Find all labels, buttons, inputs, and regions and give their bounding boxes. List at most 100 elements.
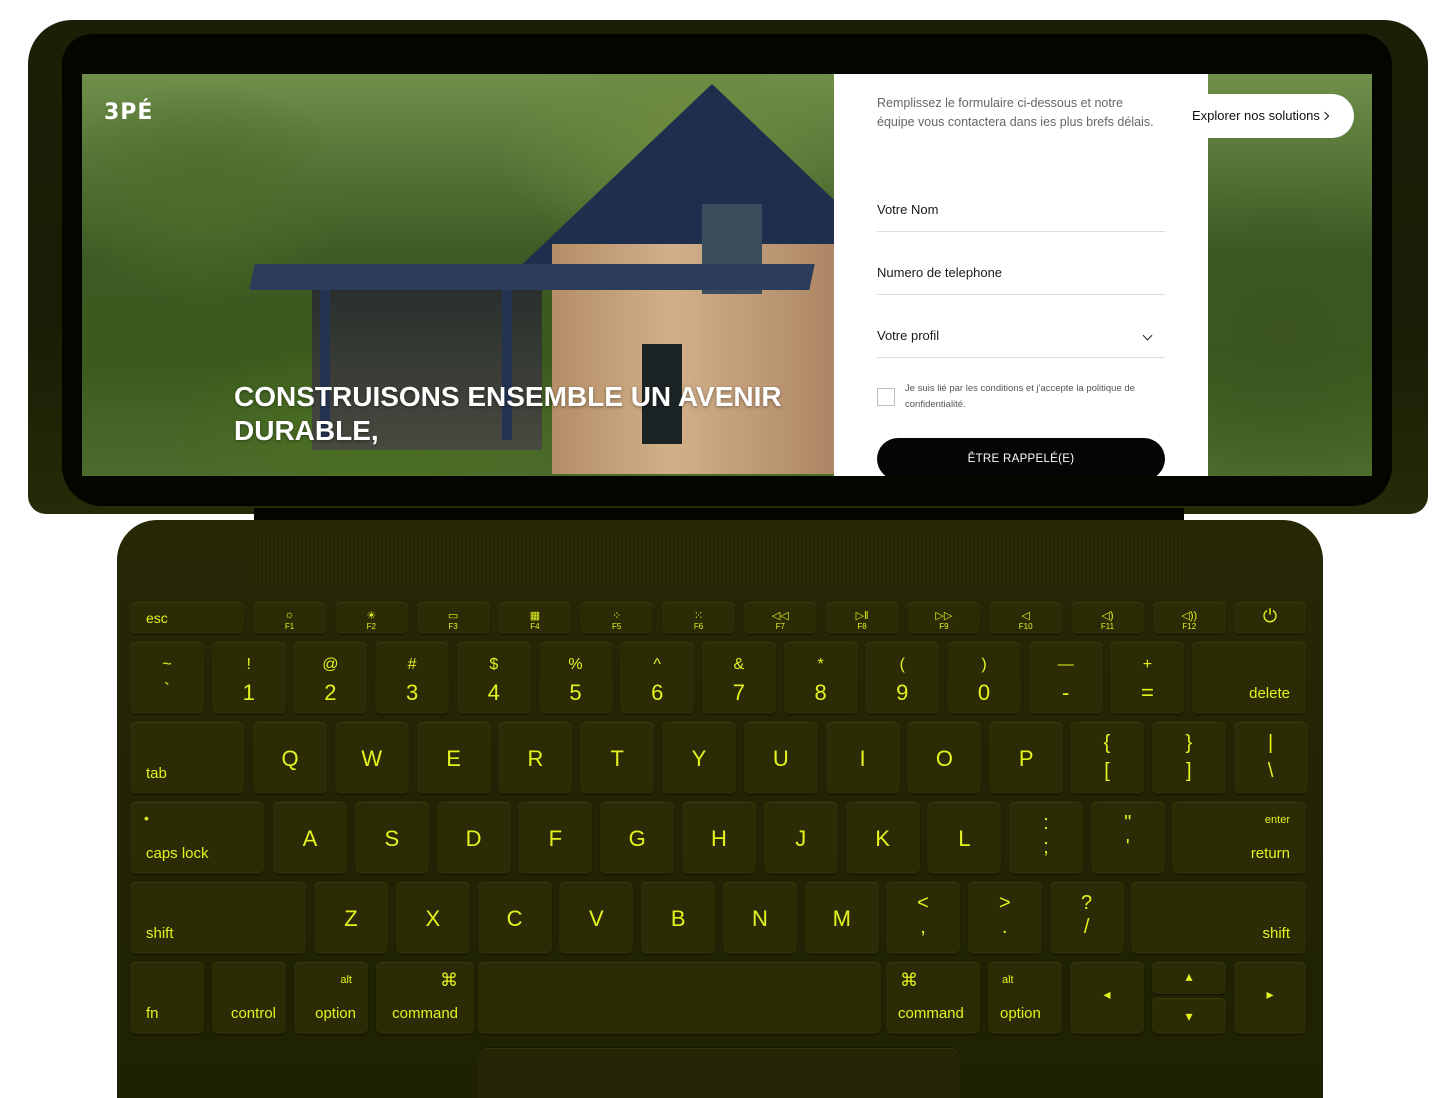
function-key-f9[interactable]: ▷▷ F9	[907, 602, 981, 634]
escape-key[interactable]: esc	[130, 602, 244, 634]
command-left-key[interactable]: ⌘ command	[376, 962, 474, 1034]
arrow-up-key[interactable]: ▴	[1152, 962, 1226, 994]
letter-key[interactable]: A	[273, 802, 347, 874]
number-row-key[interactable]: (9	[865, 642, 940, 714]
symbol-key[interactable]: :;	[1009, 802, 1083, 874]
shift-left-key[interactable]: shift	[130, 882, 306, 954]
letter-key[interactable]: O	[907, 722, 982, 794]
fn-key[interactable]: fn	[130, 962, 204, 1034]
shift-right-key[interactable]: shift	[1131, 882, 1306, 954]
consent-checkbox[interactable]	[877, 388, 895, 406]
function-key-f12[interactable]: ◁)) F12	[1152, 602, 1226, 634]
number-row-key[interactable]: % 5	[538, 642, 613, 714]
function-key-f10[interactable]: ◁ F10	[989, 602, 1063, 634]
letter-key[interactable]: K	[845, 802, 920, 874]
hero-title: CONSTRUISONS ENSEMBLE UN AVENIR DURABLE,	[234, 381, 782, 446]
function-key-f3[interactable]: ▭ F3	[416, 602, 490, 634]
symbol-key[interactable]: >.	[967, 882, 1042, 954]
function-key-f7[interactable]: ◁◁ F7	[743, 602, 817, 634]
letter-key[interactable]: R	[498, 722, 573, 794]
key-symbol: ,	[920, 916, 926, 938]
number-row-key[interactable]: — -	[1028, 642, 1103, 714]
number-row-key[interactable]: @2	[293, 642, 368, 714]
arrow-left-key[interactable]: ◂	[1070, 962, 1144, 1034]
number-row-key[interactable]: ^ 6	[620, 642, 695, 714]
letter-key-label: U	[772, 746, 789, 771]
letter-key[interactable]: M	[804, 882, 879, 954]
key-symbol: \	[1267, 760, 1274, 782]
power-key[interactable]: ⏻	[1234, 602, 1306, 634]
function-key-f5[interactable]: ⁘ F5	[580, 602, 654, 634]
function-key-f4-icon: ▦	[529, 610, 541, 622]
letter-key-label: I	[859, 746, 866, 771]
function-key-f1-label: F1	[284, 622, 295, 631]
letter-key[interactable]: G	[600, 802, 675, 874]
function-key-f11[interactable]: ◁) F11	[1071, 602, 1144, 634]
tab-key[interactable]: tab	[130, 722, 244, 794]
number-row-key[interactable]: & 7	[701, 642, 776, 714]
letter-key[interactable]: X	[395, 882, 470, 954]
key-symbol: 2	[324, 680, 337, 705]
letter-key[interactable]: Z	[314, 882, 388, 954]
number-row-key[interactable]: #3	[375, 642, 450, 714]
letter-key[interactable]: B	[641, 882, 716, 954]
caps-lock-key[interactable]: • caps lock	[130, 802, 264, 874]
name-field[interactable]: Votre Nom	[877, 192, 1165, 232]
trackpad[interactable]	[478, 1048, 960, 1098]
letter-key[interactable]: N	[723, 882, 797, 954]
phone-field[interactable]: Numero de telephone	[877, 255, 1165, 295]
arrow-right-key[interactable]: ▸	[1234, 962, 1306, 1034]
letter-key[interactable]: W	[334, 722, 409, 794]
arrow-left-icon: ◂	[1103, 986, 1111, 1002]
number-row-key[interactable]: ) 0	[947, 642, 1021, 714]
letter-key[interactable]: P	[989, 722, 1064, 794]
command-key-label: command	[392, 1005, 458, 1022]
function-key-f1[interactable]: ☼ F1	[253, 602, 326, 634]
letter-key[interactable]: F	[518, 802, 593, 874]
profile-select[interactable]: Votre profil	[877, 318, 1165, 358]
function-key-f6[interactable]: ⁙ F6	[662, 602, 735, 634]
letter-key[interactable]: D	[436, 802, 511, 874]
number-row-key[interactable]: + =	[1110, 642, 1185, 714]
letter-key[interactable]: L	[927, 802, 1002, 874]
number-row-key[interactable]: ~ `	[130, 642, 204, 714]
command-right-key[interactable]: ⌘ command	[886, 962, 980, 1034]
letter-key[interactable]: J	[763, 802, 838, 874]
function-key-f4[interactable]: ▦ F4	[498, 602, 572, 634]
letter-key[interactable]: C	[477, 882, 552, 954]
number-row-key[interactable]: ! 1	[211, 642, 286, 714]
symbol-key[interactable]: | \	[1233, 722, 1308, 794]
letter-key[interactable]: U	[743, 722, 818, 794]
symbol-key[interactable]: {[	[1070, 722, 1144, 794]
function-key-f2[interactable]: ☀ F2	[334, 602, 408, 634]
return-key[interactable]: enter return	[1172, 802, 1306, 874]
control-key[interactable]: control	[212, 962, 286, 1034]
arrow-down-key[interactable]: ▾	[1152, 998, 1226, 1034]
number-row-key[interactable]: $4	[456, 642, 531, 714]
letter-key-label: Y	[691, 746, 707, 771]
option-right-key[interactable]: alt option	[988, 962, 1062, 1034]
letter-key[interactable]: Q	[253, 722, 327, 794]
space-bar[interactable]	[478, 962, 881, 1034]
symbol-key[interactable]: ? /	[1049, 882, 1124, 954]
letter-key[interactable]: H	[682, 802, 756, 874]
symbol-key[interactable]: }]	[1151, 722, 1226, 794]
symbol-key[interactable]: <,	[886, 882, 960, 954]
callback-submit-button[interactable]: ÊTRE RAPPELÉ(E)	[877, 438, 1165, 476]
letter-key[interactable]: S	[354, 802, 429, 874]
key-shift-symbol: —	[1057, 656, 1074, 673]
letter-key-label: Q	[281, 746, 299, 771]
option-left-key[interactable]: alt option	[294, 962, 368, 1034]
function-key-f8[interactable]: ▷‖ F8	[825, 602, 899, 634]
explore-solutions-button[interactable]: Explorer nos solutions	[1172, 94, 1354, 138]
letter-key[interactable]: V	[559, 882, 634, 954]
site-logo[interactable]: 3PÉ	[104, 100, 153, 125]
delete-key[interactable]: delete	[1192, 642, 1306, 714]
letter-key[interactable]: E	[416, 722, 491, 794]
key-shift-symbol: |	[1267, 732, 1274, 754]
number-row-key[interactable]: * 8	[783, 642, 858, 714]
letter-key[interactable]: Y	[662, 722, 736, 794]
symbol-key[interactable]: " '	[1090, 802, 1165, 874]
letter-key[interactable]: I	[825, 722, 900, 794]
letter-key[interactable]: T	[580, 722, 655, 794]
